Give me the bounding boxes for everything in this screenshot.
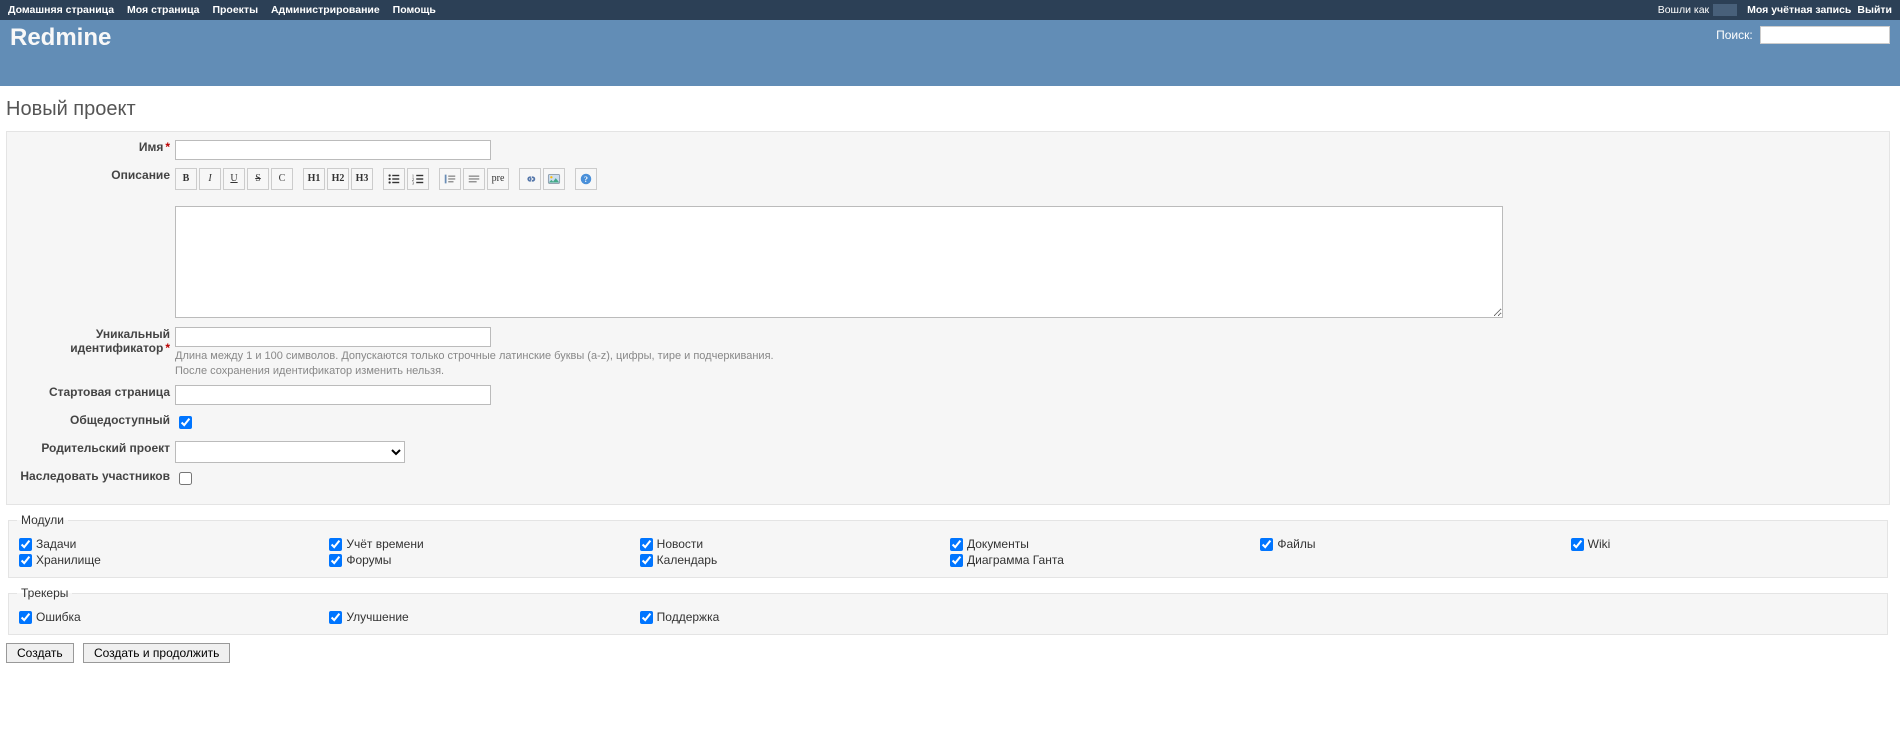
module-item[interactable]: Форумы <box>329 553 635 567</box>
tracker-label: Поддержка <box>657 610 720 624</box>
module-checkbox[interactable] <box>1571 538 1584 551</box>
trackers-fieldset: Трекеры Ошибка Улучшение Поддержка <box>8 586 1888 635</box>
nav-home[interactable]: Домашняя страница <box>8 4 114 16</box>
identifier-hint: Длина между 1 и 100 символов. Допускаютс… <box>175 349 1881 380</box>
module-checkbox[interactable] <box>329 538 342 551</box>
tracker-item[interactable]: Улучшение <box>329 610 635 624</box>
toolbar-image-icon[interactable] <box>543 168 565 190</box>
nav-admin[interactable]: Администрирование <box>271 4 380 16</box>
module-checkbox[interactable] <box>950 554 963 567</box>
module-label: Файлы <box>1277 537 1315 551</box>
module-item[interactable]: Хранилище <box>19 553 325 567</box>
toolbar-strike-icon[interactable]: S <box>247 168 269 190</box>
page-title: Новый проект <box>6 98 1890 121</box>
tracker-label: Улучшение <box>346 610 408 624</box>
module-checkbox[interactable] <box>19 538 32 551</box>
nav-my-account[interactable]: Моя учётная запись <box>1747 4 1851 16</box>
homepage-input[interactable] <box>175 385 491 405</box>
module-label: Новости <box>657 537 703 551</box>
label-parent: Родительский проект <box>15 441 170 455</box>
module-label: Wiki <box>1588 537 1611 551</box>
submit-buttons <box>6 643 1890 663</box>
tracker-checkbox[interactable] <box>19 611 32 624</box>
module-checkbox[interactable] <box>1260 538 1273 551</box>
module-label: Учёт времени <box>346 537 423 551</box>
label-public: Общедоступный <box>15 413 170 427</box>
module-checkbox[interactable] <box>640 554 653 567</box>
project-form-box: Имя* Описание B I U S C H1 H2 H3 <box>6 131 1890 505</box>
top-menu: Домашняя страница Моя страница Проекты А… <box>0 0 1900 20</box>
tracker-checkbox[interactable] <box>640 611 653 624</box>
toolbar-help-icon[interactable]: ? <box>575 168 597 190</box>
label-identifier: Уникальный идентификатор* <box>15 327 170 355</box>
wiki-toolbar: B I U S C H1 H2 H3 123 <box>175 168 1881 190</box>
svg-text:?: ? <box>584 175 588 184</box>
toolbar-code-icon[interactable]: C <box>271 168 293 190</box>
toolbar-underline-icon[interactable]: U <box>223 168 245 190</box>
module-label: Хранилище <box>36 553 101 567</box>
toolbar-h3-icon[interactable]: H3 <box>351 168 373 190</box>
content: Новый проект Имя* Описание B I U S C H1 … <box>0 86 1900 683</box>
module-item[interactable]: Файлы <box>1260 537 1566 551</box>
module-checkbox[interactable] <box>640 538 653 551</box>
search-input[interactable] <box>1760 26 1890 44</box>
toolbar-pre-icon[interactable]: pre <box>487 168 509 190</box>
search-label: Поиск: <box>1716 28 1753 42</box>
module-label: Форумы <box>346 553 391 567</box>
toolbar-ol-icon[interactable]: 123 <box>407 168 429 190</box>
label-description: Описание <box>15 168 170 182</box>
tracker-checkbox[interactable] <box>329 611 342 624</box>
toolbar-quote-icon[interactable] <box>439 168 461 190</box>
nav-logout[interactable]: Выйти <box>1857 4 1892 16</box>
app-title: Redmine <box>10 24 1890 52</box>
svg-text:3: 3 <box>412 180 415 185</box>
module-label: Календарь <box>657 553 718 567</box>
identifier-input[interactable] <box>175 327 491 347</box>
toolbar-italic-icon[interactable]: I <box>199 168 221 190</box>
toolbar-unquote-icon[interactable] <box>463 168 485 190</box>
module-item[interactable]: Документы <box>950 537 1256 551</box>
toolbar-h1-icon[interactable]: H1 <box>303 168 325 190</box>
quick-search: Поиск: <box>1716 26 1890 44</box>
module-item[interactable]: Задачи <box>19 537 325 551</box>
toolbar-ul-icon[interactable] <box>383 168 405 190</box>
trackers-legend: Трекеры <box>17 586 72 600</box>
module-label: Задачи <box>36 537 76 551</box>
module-item[interactable]: Диаграмма Ганта <box>950 553 1256 567</box>
name-input[interactable] <box>175 140 491 160</box>
description-textarea[interactable] <box>175 206 1503 318</box>
create-continue-button[interactable] <box>83 643 230 663</box>
parent-select[interactable] <box>175 441 405 463</box>
toolbar-bold-icon[interactable]: B <box>175 168 197 190</box>
inherit-checkbox[interactable] <box>179 472 192 485</box>
modules-fieldset: Модули Задачи Учёт времени Новости Документ… <box>8 513 1888 578</box>
label-homepage: Стартовая страница <box>15 385 170 399</box>
header: Поиск: Redmine <box>0 20 1900 86</box>
tracker-item[interactable]: Ошибка <box>19 610 325 624</box>
tracker-item[interactable]: Поддержка <box>640 610 946 624</box>
nav-mypage[interactable]: Моя страница <box>127 4 200 16</box>
nav-help[interactable]: Помощь <box>393 4 436 16</box>
module-checkbox[interactable] <box>19 554 32 567</box>
module-checkbox[interactable] <box>329 554 342 567</box>
create-button[interactable] <box>6 643 74 663</box>
module-item[interactable]: Wiki <box>1571 537 1877 551</box>
module-item[interactable]: Учёт времени <box>329 537 635 551</box>
toolbar-h2-icon[interactable]: H2 <box>327 168 349 190</box>
nav-projects[interactable]: Проекты <box>212 4 258 16</box>
public-checkbox[interactable] <box>179 416 192 429</box>
module-item[interactable]: Новости <box>640 537 946 551</box>
tracker-label: Ошибка <box>36 610 81 624</box>
label-inherit: Наследовать участников <box>15 469 170 483</box>
module-label: Диаграмма Ганта <box>967 553 1064 567</box>
modules-legend: Модули <box>17 513 68 527</box>
module-item[interactable]: Календарь <box>640 553 946 567</box>
module-checkbox[interactable] <box>950 538 963 551</box>
current-user <box>1713 4 1737 16</box>
logged-as-label: Вошли как <box>1658 4 1709 16</box>
toolbar-link-icon[interactable] <box>519 168 541 190</box>
label-name: Имя* <box>15 140 170 154</box>
module-label: Документы <box>967 537 1029 551</box>
